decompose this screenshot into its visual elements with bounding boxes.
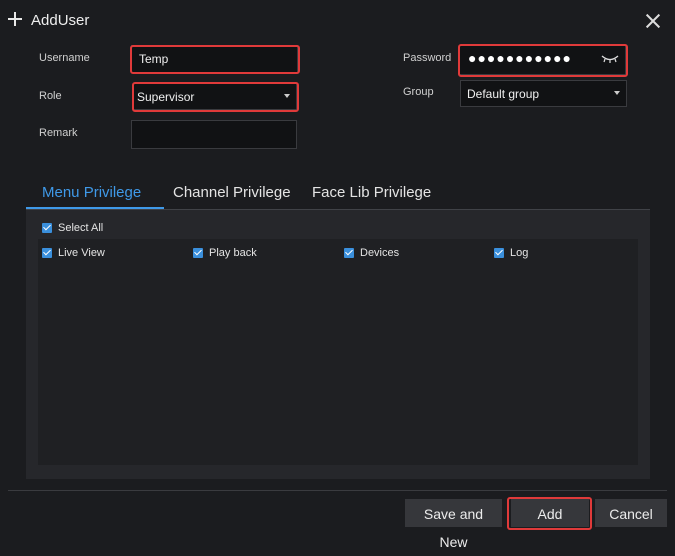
cancel-button[interactable]: Cancel	[595, 499, 667, 527]
remark-input[interactable]	[131, 120, 297, 149]
username-input[interactable]	[131, 45, 298, 73]
group-label: Group	[403, 86, 434, 98]
footer-divider	[8, 490, 667, 491]
plus-icon	[6, 10, 24, 28]
chevron-down-icon	[284, 94, 290, 98]
privilege-log[interactable]: Log	[494, 247, 528, 259]
privilege-label: Devices	[360, 247, 400, 259]
tab-face-lib-privilege[interactable]: Face Lib Privilege	[312, 184, 431, 201]
select-all-checkbox[interactable]: Select All	[42, 222, 103, 234]
remark-label: Remark	[39, 127, 78, 139]
dialog-titlebar: AddUser	[0, 0, 675, 42]
checkbox-checked-icon[interactable]	[42, 248, 52, 258]
tab-menu-privilege[interactable]: Menu Privilege	[42, 184, 141, 201]
role-select[interactable]: Supervisor	[133, 83, 297, 110]
add-button[interactable]: Add	[511, 499, 589, 527]
eye-closed-icon[interactable]	[601, 54, 619, 64]
privilege-tabs: Menu Privilege Channel Privilege Face Li…	[26, 180, 650, 210]
close-icon[interactable]	[643, 11, 663, 31]
tab-channel-privilege[interactable]: Channel Privilege	[173, 184, 291, 201]
privilege-play-back[interactable]: Play back	[193, 247, 257, 259]
checkbox-checked-icon[interactable]	[193, 248, 203, 258]
privilege-label: Live View	[58, 247, 105, 259]
username-label: Username	[39, 52, 90, 64]
password-input[interactable]: ●●●●●●●●●●●	[459, 45, 626, 75]
privilege-live-view[interactable]: Live View	[42, 247, 105, 259]
checkbox-checked-icon[interactable]	[344, 248, 354, 258]
privilege-label: Log	[510, 247, 529, 259]
password-mask: ●●●●●●●●●●●	[468, 50, 573, 66]
select-all-label: Select All	[58, 222, 104, 234]
group-select[interactable]: Default group	[460, 80, 627, 107]
privilege-label: Play back	[209, 247, 257, 259]
chevron-down-icon	[614, 91, 620, 95]
group-select-value: Default group	[467, 87, 540, 101]
dialog-title: AddUser	[31, 12, 90, 29]
save-and-new-button[interactable]: Save and New	[405, 499, 502, 550]
checkbox-checked-icon[interactable]	[42, 223, 52, 233]
privilege-devices[interactable]: Devices	[344, 247, 399, 259]
add-user-dialog: AddUser Username Password ●●●●●●●●●●● Ro…	[0, 0, 675, 550]
privilege-list: Live View Play back Devices Log	[38, 239, 638, 465]
checkbox-checked-icon[interactable]	[494, 248, 504, 258]
password-label: Password	[403, 52, 452, 64]
role-select-value: Supervisor	[137, 90, 195, 104]
privilege-panel: Select All Live View Play back Devices L…	[26, 210, 650, 479]
role-label: Role	[39, 90, 62, 102]
